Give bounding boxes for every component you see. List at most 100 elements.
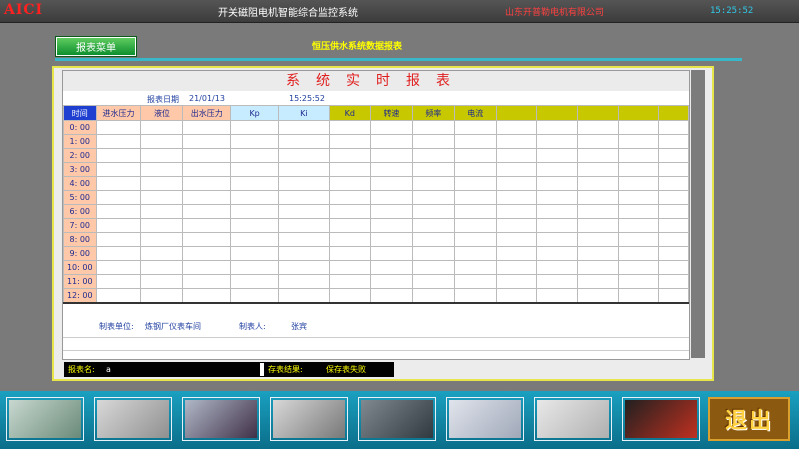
- table-cell[interactable]: [328, 120, 371, 135]
- table-cell[interactable]: [328, 288, 371, 304]
- table-cell[interactable]: [577, 218, 619, 233]
- table-cell[interactable]: [495, 260, 538, 275]
- table-cell[interactable]: [369, 148, 413, 163]
- table-cell[interactable]: [577, 288, 619, 304]
- table-cell[interactable]: [658, 246, 689, 261]
- table-cell[interactable]: [495, 162, 538, 177]
- table-cell[interactable]: [411, 120, 455, 135]
- table-cell[interactable]: [453, 204, 497, 219]
- table-cell[interactable]: [369, 120, 413, 135]
- table-cell[interactable]: [577, 204, 619, 219]
- nav-thumb-3[interactable]: [182, 397, 260, 441]
- table-cell[interactable]: [278, 274, 330, 289]
- table-cell[interactable]: [453, 120, 497, 135]
- table-cell[interactable]: [95, 288, 142, 304]
- table-cell[interactable]: [369, 134, 413, 149]
- table-cell[interactable]: [453, 274, 497, 289]
- report-menu-button[interactable]: 报表菜单: [56, 37, 136, 56]
- table-cell[interactable]: [495, 288, 538, 304]
- table-cell[interactable]: [658, 232, 689, 247]
- table-cell[interactable]: [577, 134, 619, 149]
- table-cell[interactable]: [278, 204, 330, 219]
- nav-thumb-4[interactable]: [270, 397, 348, 441]
- table-cell[interactable]: [577, 162, 619, 177]
- table-cell[interactable]: [536, 204, 579, 219]
- nav-thumb-6[interactable]: [446, 397, 524, 441]
- table-cell[interactable]: [95, 148, 142, 163]
- table-cell[interactable]: [658, 120, 689, 135]
- table-cell[interactable]: [182, 232, 232, 247]
- table-cell[interactable]: [658, 162, 689, 177]
- table-cell[interactable]: [453, 260, 497, 275]
- table-cell[interactable]: [182, 288, 232, 304]
- table-cell[interactable]: [328, 274, 371, 289]
- table-cell[interactable]: [617, 190, 660, 205]
- table-cell[interactable]: [140, 162, 184, 177]
- table-cell[interactable]: [328, 176, 371, 191]
- table-cell[interactable]: [140, 274, 184, 289]
- table-cell[interactable]: [536, 260, 579, 275]
- table-cell[interactable]: [278, 288, 330, 304]
- table-cell[interactable]: [658, 190, 689, 205]
- table-cell[interactable]: [536, 274, 579, 289]
- table-cell[interactable]: [278, 134, 330, 149]
- table-cell[interactable]: [182, 190, 232, 205]
- table-cell[interactable]: [328, 148, 371, 163]
- table-cell[interactable]: [95, 274, 142, 289]
- table-cell[interactable]: [369, 190, 413, 205]
- table-cell[interactable]: [577, 246, 619, 261]
- table-cell[interactable]: [617, 148, 660, 163]
- table-cell[interactable]: [536, 218, 579, 233]
- table-cell[interactable]: [658, 134, 689, 149]
- table-cell[interactable]: [617, 204, 660, 219]
- table-cell[interactable]: [95, 232, 142, 247]
- table-cell[interactable]: [453, 134, 497, 149]
- table-cell[interactable]: [230, 232, 280, 247]
- table-cell[interactable]: [577, 176, 619, 191]
- table-cell[interactable]: [369, 246, 413, 261]
- table-cell[interactable]: [230, 260, 280, 275]
- table-cell[interactable]: [617, 260, 660, 275]
- table-cell[interactable]: [495, 232, 538, 247]
- table-cell[interactable]: [658, 274, 689, 289]
- table-cell[interactable]: [278, 260, 330, 275]
- table-cell[interactable]: [536, 176, 579, 191]
- table-cell[interactable]: [411, 246, 455, 261]
- table-cell[interactable]: [328, 134, 371, 149]
- table-cell[interactable]: [411, 162, 455, 177]
- table-cell[interactable]: [328, 260, 371, 275]
- table-cell[interactable]: [140, 288, 184, 304]
- table-cell[interactable]: [617, 232, 660, 247]
- table-cell[interactable]: [453, 148, 497, 163]
- table-cell[interactable]: [617, 176, 660, 191]
- table-cell[interactable]: [536, 232, 579, 247]
- table-cell[interactable]: [278, 120, 330, 135]
- table-cell[interactable]: [230, 204, 280, 219]
- table-cell[interactable]: [95, 190, 142, 205]
- table-cell[interactable]: [95, 204, 142, 219]
- table-cell[interactable]: [536, 120, 579, 135]
- table-cell[interactable]: [278, 218, 330, 233]
- table-cell[interactable]: [536, 148, 579, 163]
- table-cell[interactable]: [495, 204, 538, 219]
- table-cell[interactable]: [411, 288, 455, 304]
- table-cell[interactable]: [140, 148, 184, 163]
- table-cell[interactable]: [369, 260, 413, 275]
- table-cell[interactable]: [182, 274, 232, 289]
- table-cell[interactable]: [369, 176, 413, 191]
- table-cell[interactable]: [95, 246, 142, 261]
- table-cell[interactable]: [328, 204, 371, 219]
- table-cell[interactable]: [495, 134, 538, 149]
- table-cell[interactable]: [577, 260, 619, 275]
- table-cell[interactable]: [95, 162, 142, 177]
- table-cell[interactable]: [453, 288, 497, 304]
- table-cell[interactable]: [278, 162, 330, 177]
- nav-thumb-2[interactable]: [94, 397, 172, 441]
- table-cell[interactable]: [658, 176, 689, 191]
- table-cell[interactable]: [658, 260, 689, 275]
- table-cell[interactable]: [140, 190, 184, 205]
- table-cell[interactable]: [182, 246, 232, 261]
- table-cell[interactable]: [453, 176, 497, 191]
- table-cell[interactable]: [278, 190, 330, 205]
- table-cell[interactable]: [95, 134, 142, 149]
